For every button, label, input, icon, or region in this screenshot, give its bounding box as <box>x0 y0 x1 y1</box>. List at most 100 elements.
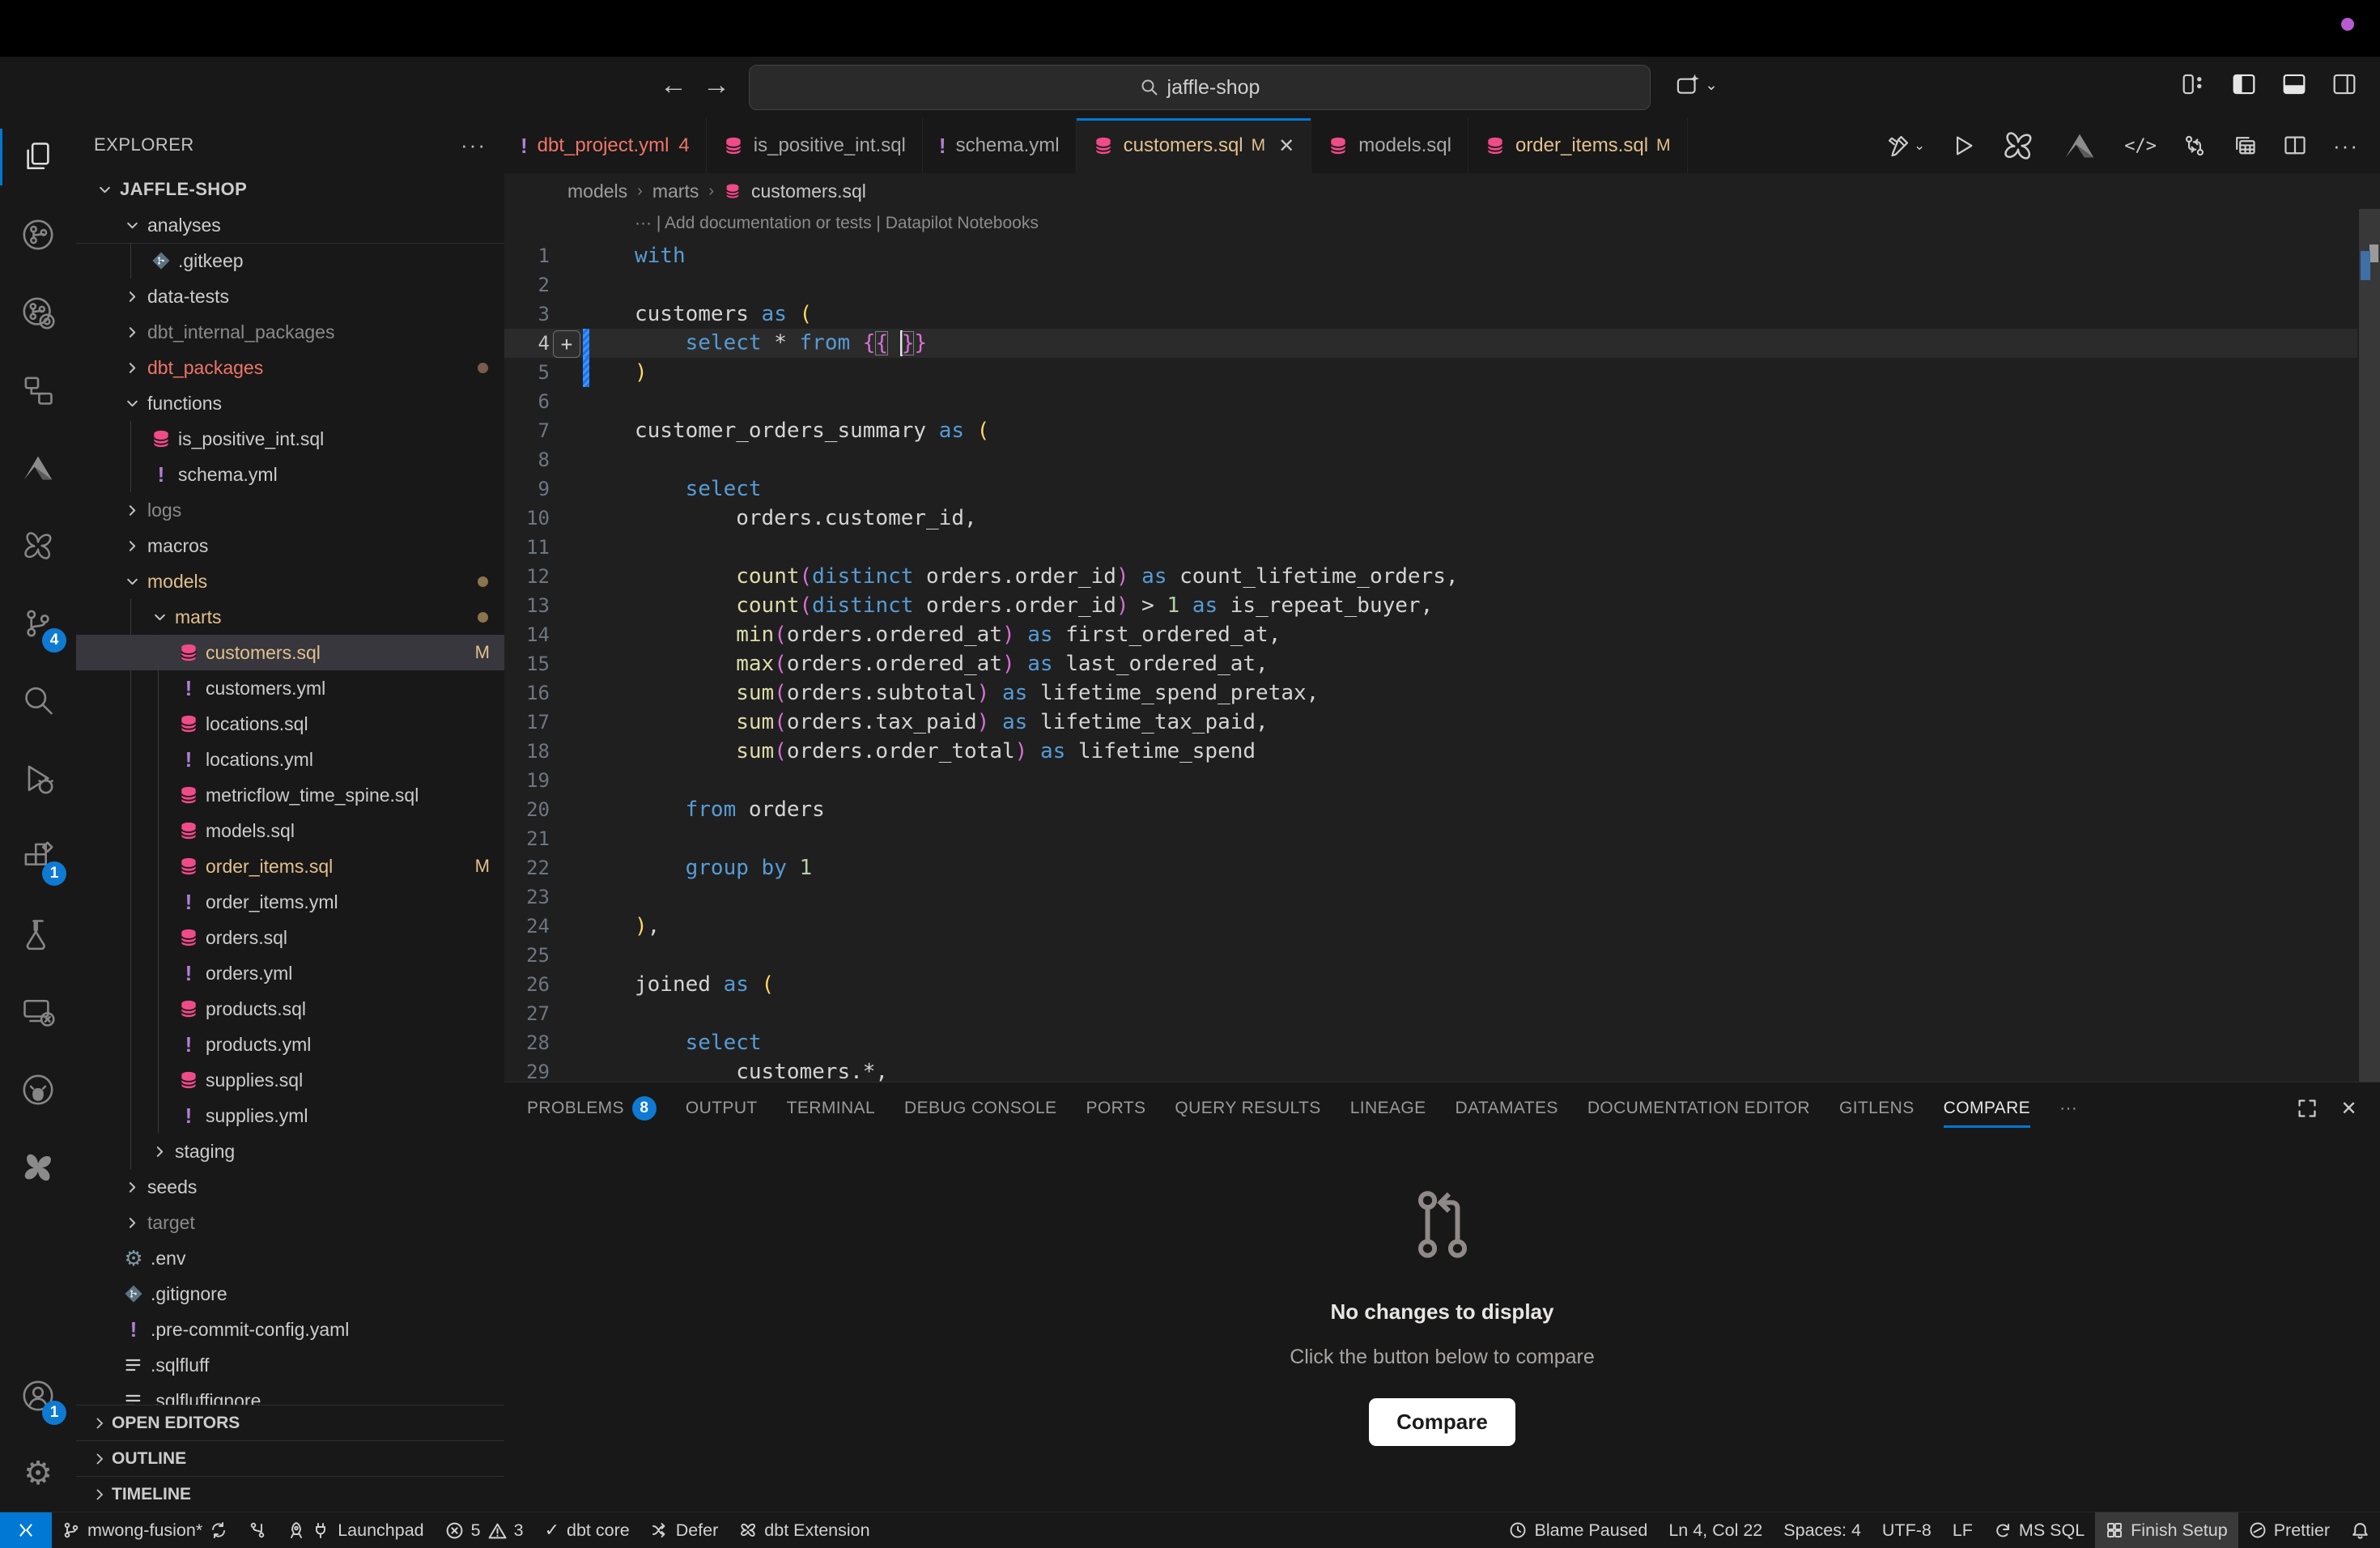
status-notifications-bell[interactable] <box>2340 1512 2380 1548</box>
tree-item--sqlfluffignore[interactable]: .sqlfluffignore <box>76 1383 504 1406</box>
activity-item-dbt-x[interactable] <box>0 507 76 585</box>
status-git-branch[interactable]: mwong-fusion* <box>52 1512 238 1548</box>
tree-item-schema-yml[interactable]: !schema.yml <box>76 457 504 492</box>
activity-item-dbt-power-user[interactable] <box>0 196 76 274</box>
tab-dbt-project-yml[interactable]: !dbt_project.yml4 <box>504 118 707 173</box>
activity-item-datafold[interactable] <box>0 429 76 507</box>
editor-scrollbar[interactable] <box>2359 209 2380 1082</box>
toggle-sidebar-icon[interactable] <box>2231 71 2257 97</box>
panel-tab-gitlens[interactable]: GITLENS <box>1839 1082 1915 1134</box>
status-blame-status[interactable]: Blame Paused <box>1498 1512 1658 1548</box>
tree-item-customers-sql[interactable]: customers.sqlM <box>76 635 504 670</box>
run-button[interactable] <box>1951 134 1975 158</box>
section-open-editors[interactable]: OPEN EDITORS <box>76 1405 504 1441</box>
breadcrumb-item[interactable]: models <box>567 181 627 202</box>
toggle-secondary-sidebar-icon[interactable] <box>2331 71 2357 97</box>
tree-item-models[interactable]: models <box>76 563 504 599</box>
tree-item-metricflow-time-spine-sql[interactable]: metricflow_time_spine.sql <box>76 777 504 813</box>
tree-item-target[interactable]: target <box>76 1205 504 1240</box>
status-finish-setup[interactable]: Finish Setup <box>2095 1512 2238 1548</box>
tree-item-order-items-sql[interactable]: order_items.sqlM <box>76 848 504 884</box>
code-editor[interactable]: ··· | Add documentation or tests | Datap… <box>504 209 2380 1082</box>
activity-item-source-control[interactable]: 4 <box>0 585 76 662</box>
section-timeline[interactable]: TIMELINE <box>76 1476 504 1512</box>
panel-tab-ports[interactable]: PORTS <box>1086 1082 1145 1134</box>
activity-item-github[interactable] <box>0 1051 76 1129</box>
tree-item--gitkeep[interactable]: .gitkeep <box>76 243 504 279</box>
tree-item-logs[interactable]: logs <box>76 492 504 528</box>
panel-tab-compare[interactable]: COMPARE <box>1944 1082 2030 1134</box>
tree-item-data-tests[interactable]: data-tests <box>76 279 504 314</box>
nav-forward-button[interactable]: → <box>703 70 730 101</box>
tab-models-sql[interactable]: models.sql <box>1311 118 1468 173</box>
tree-item-order-items-yml[interactable]: !order_items.yml <box>76 884 504 920</box>
status-launchpad[interactable]: Launchpad <box>277 1512 434 1548</box>
tree-item-orders-yml[interactable]: !orders.yml <box>76 955 504 991</box>
tree-item-dbt-packages[interactable]: dbt_packages <box>76 350 504 385</box>
activity-item-run-and-debug[interactable] <box>0 740 76 818</box>
status-commit-graph[interactable] <box>238 1512 277 1548</box>
tree-item-staging[interactable]: staging <box>76 1133 504 1169</box>
build-button[interactable]: ⌄ <box>1886 134 1925 158</box>
status-remote-indicator[interactable] <box>0 1512 52 1548</box>
close-panel-icon[interactable]: ✕ <box>2340 1097 2357 1121</box>
tree-item-is-positive-int-sql[interactable]: is_positive_int.sql <box>76 421 504 457</box>
more-actions-button[interactable]: ··· <box>2333 134 2359 159</box>
nav-back-button[interactable]: ← <box>660 70 687 101</box>
status-defer[interactable]: Defer <box>640 1512 729 1548</box>
panel-tab-query-results[interactable]: QUERY RESULTS <box>1175 1082 1320 1134</box>
status-problems-summary[interactable]: 53 <box>435 1512 534 1548</box>
tree-item-products-sql[interactable]: products.sql <box>76 991 504 1027</box>
panel-tab-documentation-editor[interactable]: DOCUMENTATION EDITOR <box>1587 1082 1810 1134</box>
tree-item-marts[interactable]: marts <box>76 599 504 635</box>
tree-item--pre-commit-config-yaml[interactable]: !.pre-commit-config.yaml <box>76 1312 504 1347</box>
tab-close-icon[interactable]: ✕ <box>1278 134 1294 158</box>
git-compare-button[interactable] <box>2182 134 2207 158</box>
customize-layout-icon[interactable] <box>2181 71 2207 97</box>
gutter-add-button[interactable]: + <box>553 330 580 358</box>
tree-item-supplies-sql[interactable]: supplies.sql <box>76 1062 504 1098</box>
activity-item-explorer[interactable] <box>0 118 76 196</box>
maximize-panel-icon[interactable] <box>2297 1098 2318 1119</box>
tree-item-jaffle-shop[interactable]: JAFFLE-SHOP <box>76 172 504 207</box>
tree-item-analyses[interactable]: analyses <box>76 207 504 244</box>
panel-tab-datamates[interactable]: DATAMATES <box>1456 1082 1558 1134</box>
tab-customers-sql[interactable]: customers.sqlM✕ <box>1077 118 1312 173</box>
status-dbt-core[interactable]: ✓dbt core <box>534 1512 640 1548</box>
panel-tab-terminal[interactable]: TERMINAL <box>787 1082 875 1134</box>
activity-item-accounts[interactable]: 1 <box>0 1357 76 1435</box>
activity-item-settings[interactable]: ⚙ <box>0 1435 76 1512</box>
compare-button[interactable]: Compare <box>1369 1398 1515 1446</box>
command-center-search[interactable]: jaffle-shop <box>749 65 1651 110</box>
status-cursor-position[interactable]: Ln 4, Col 22 <box>1658 1512 1773 1548</box>
split-editor-button[interactable] <box>2283 134 2307 158</box>
section-outline[interactable]: OUTLINE <box>76 1440 504 1477</box>
activity-item-dbt-docs[interactable] <box>0 274 76 351</box>
activity-item-x-tool[interactable] <box>0 1129 76 1206</box>
tree-item-functions[interactable]: functions <box>76 385 504 421</box>
tab-schema-yml[interactable]: !schema.yml <box>923 118 1077 173</box>
activity-item-remote-explorer[interactable] <box>0 973 76 1051</box>
tree-item--sqlfluff[interactable]: .sqlfluff <box>76 1347 504 1383</box>
dbt-x-button[interactable] <box>2001 129 2035 163</box>
tree-item--gitignore[interactable]: .gitignore <box>76 1276 504 1312</box>
toggle-panel-icon[interactable] <box>2281 71 2307 97</box>
datafold-button[interactable] <box>2061 127 2098 164</box>
tree-item-models-sql[interactable]: models.sql <box>76 813 504 848</box>
breadcrumb-file[interactable]: customers.sql <box>751 181 866 202</box>
status-dbt-extension[interactable]: dbt Extension <box>729 1512 880 1548</box>
activity-item-extensions[interactable]: 1 <box>0 818 76 895</box>
tree-item-supplies-yml[interactable]: !supplies.yml <box>76 1098 504 1133</box>
tree-item--env[interactable]: ⚙.env <box>76 1240 504 1276</box>
activity-item-search[interactable] <box>0 662 76 740</box>
status-prettier[interactable]: Prettier <box>2238 1512 2340 1548</box>
panel-tab-problems[interactable]: PROBLEMS8 <box>527 1082 657 1134</box>
status-language-mode[interactable]: MS SQL <box>1983 1512 2095 1548</box>
panel-more-tabs[interactable]: ··· <box>2059 1082 2077 1134</box>
breadcrumb-item[interactable]: marts <box>652 181 699 202</box>
tree-item-locations-sql[interactable]: locations.sql <box>76 706 504 742</box>
panel-tab-output[interactable]: OUTPUT <box>686 1082 758 1134</box>
panel-tab-lineage[interactable]: LINEAGE <box>1350 1082 1426 1134</box>
tab-is-positive-int-sql[interactable]: is_positive_int.sql <box>707 118 923 173</box>
panel-tab-debug-console[interactable]: DEBUG CONSOLE <box>904 1082 1056 1134</box>
